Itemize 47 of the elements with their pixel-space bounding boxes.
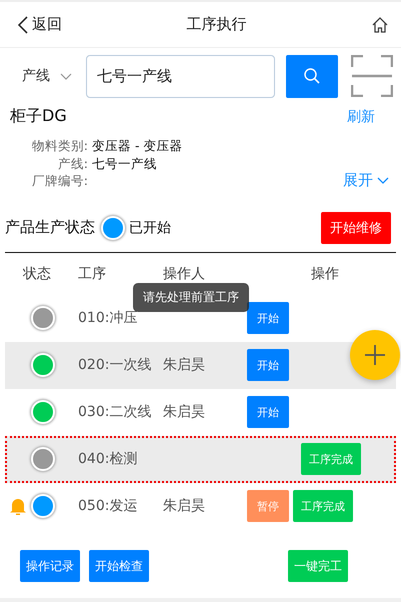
operator-cell-text: 朱启昊 (163, 356, 206, 374)
process-cell-text: 050:发运 (78, 498, 138, 514)
chevron-down-icon (60, 72, 72, 80)
start-button[interactable]: 开始 (247, 396, 289, 428)
operator-cell-text: 朱启昊 (163, 498, 206, 514)
refresh-link[interactable]: 刷新 (347, 108, 391, 126)
process-cell-text: 030:二次线 (78, 404, 152, 420)
column-header: 状态 (22, 264, 52, 282)
line-filter-dropdown[interactable]: 产线 (14, 67, 86, 85)
pause-button[interactable]: 暂停 (247, 490, 289, 522)
field-label: 物料类别: (30, 137, 88, 154)
footer-button[interactable]: 一键完工 (288, 550, 348, 582)
field-label: 厂牌编号: (30, 172, 88, 190)
page-title: 工序执行 (186, 15, 246, 34)
column-header: 操作人 (163, 264, 206, 282)
back-button[interactable]: 返回 (18, 15, 62, 34)
status-value: 已开始 (129, 218, 172, 236)
product-name: 柜子DG (10, 106, 67, 127)
footer-button[interactable]: 开始检查 (89, 550, 149, 582)
search-field[interactable]: 七号一产线 (86, 54, 275, 98)
start-repair-button[interactable]: 开始维修 (321, 212, 391, 244)
column-header: 工序 (78, 264, 107, 282)
search-icon (303, 67, 321, 85)
process-cell-text: 010:冲压 (78, 310, 138, 326)
start-button[interactable]: 开始 (247, 349, 289, 381)
operator-cell-text: 朱启昊 (163, 404, 206, 420)
tooltip: 请先处理前置工序 (133, 283, 249, 312)
field-value: 变压器 - 变压器 (92, 137, 184, 154)
field-label: 产线: (56, 154, 88, 172)
process-cell-text: 020:一次线 (78, 356, 152, 374)
process-row[interactable]: 040:检测 工序完成 (5, 436, 396, 482)
plus-icon (365, 345, 385, 365)
start-button[interactable]: 开始 (247, 302, 289, 334)
column-header: 操作 (310, 264, 340, 282)
chevron-left-icon (18, 16, 28, 34)
process-cell-text: 040:检测 (78, 450, 138, 468)
status-label: 产品生产状态 (5, 218, 95, 237)
complete-button[interactable]: 工序完成 (293, 490, 353, 522)
field-value: 七号一产线 (92, 154, 158, 172)
process-row[interactable]: 020:一次线 朱启昊 开始 (5, 342, 396, 388)
scan-icon[interactable] (351, 55, 393, 97)
chevron-down-icon (377, 177, 389, 184)
complete-button[interactable]: 工序完成 (301, 443, 361, 475)
home-icon[interactable] (371, 16, 389, 34)
expand-link[interactable]: 展开 (343, 172, 391, 190)
footer-button[interactable]: 操作记录 (20, 550, 80, 582)
search-button[interactable] (286, 54, 338, 98)
